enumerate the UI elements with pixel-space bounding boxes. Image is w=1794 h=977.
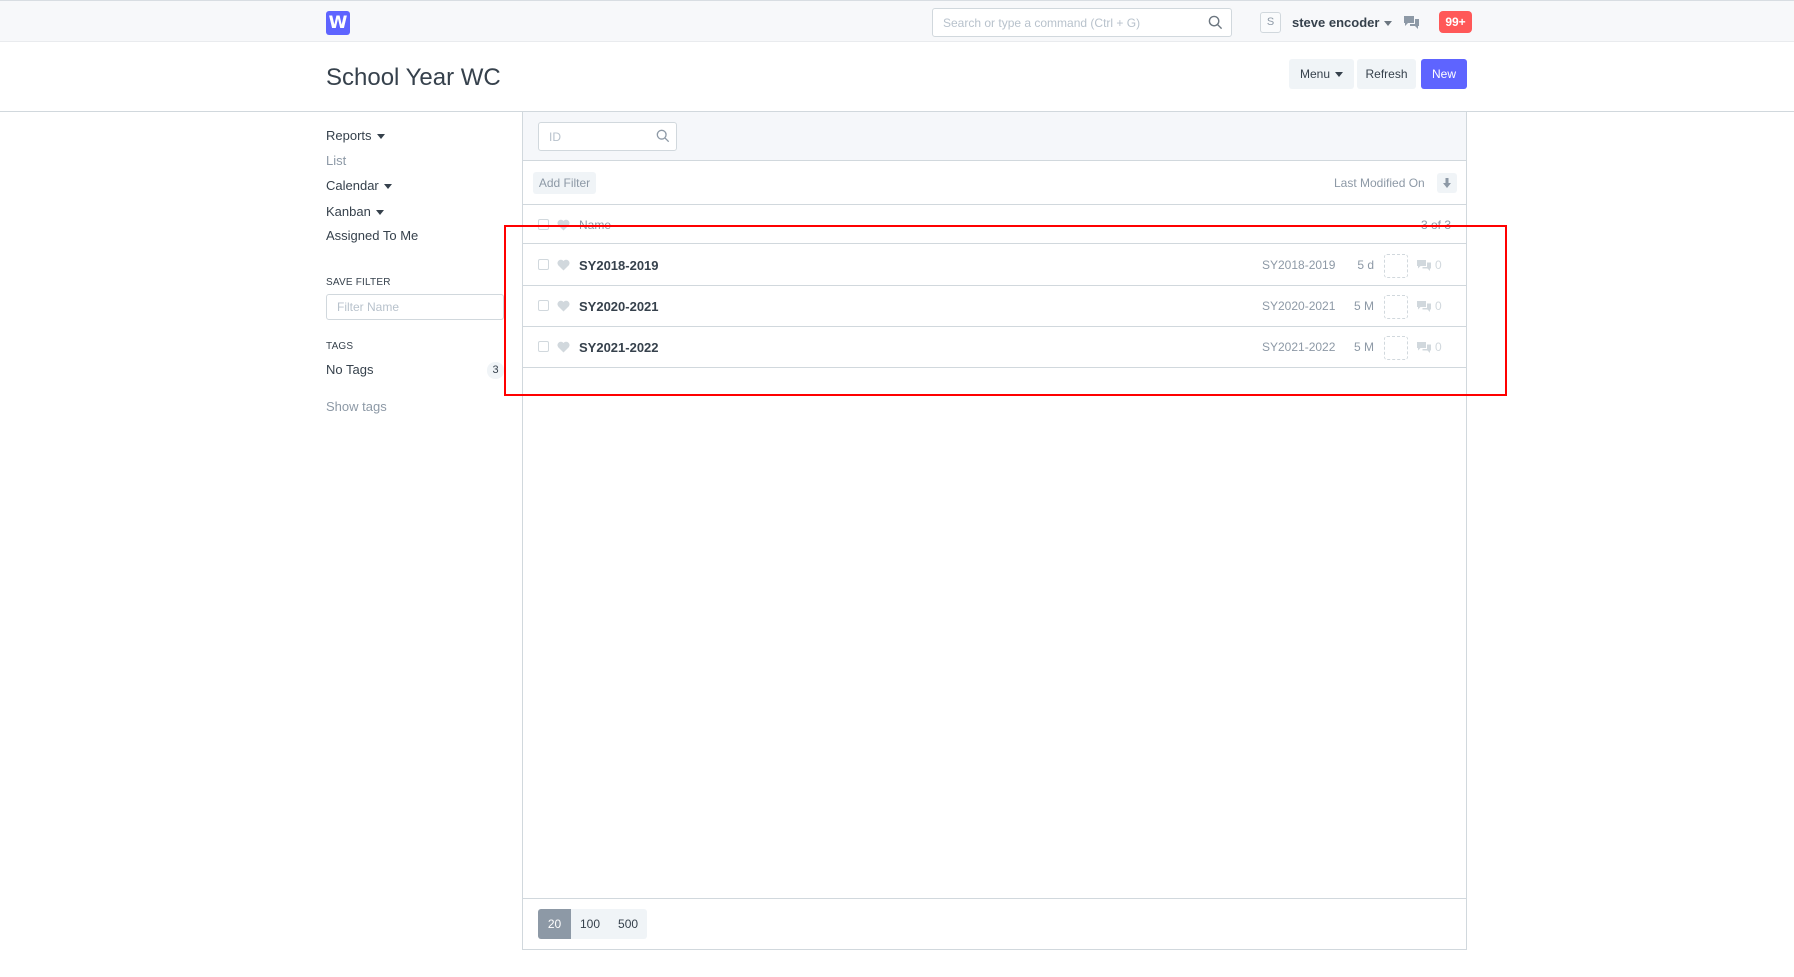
user-menu[interactable]: steve encoder <box>1292 15 1393 30</box>
comment-icon <box>1417 301 1431 312</box>
search-icon[interactable] <box>1208 15 1223 30</box>
row-id: SY2021-2022 <box>1262 340 1336 354</box>
sidebar-item-reports[interactable]: Reports <box>326 128 385 143</box>
row-checkbox[interactable] <box>538 341 549 352</box>
select-all-checkbox[interactable] <box>538 219 549 230</box>
sidebar-item-list[interactable]: List <box>326 153 346 168</box>
tags-heading: TAGS <box>326 341 354 352</box>
result-count: 3 of 3 <box>1420 218 1451 232</box>
heart-icon[interactable] <box>557 341 570 353</box>
refresh-button[interactable]: Refresh <box>1357 59 1416 89</box>
page-size-500-button[interactable]: 500 <box>609 909 647 939</box>
heart-icon[interactable] <box>557 300 570 312</box>
row-title-link[interactable]: SY2020-2021 <box>579 299 659 314</box>
chevron-down-icon <box>376 134 385 140</box>
navbar: W S steve encoder 99+ <box>0 0 1794 42</box>
awesomebar-search[interactable] <box>932 8 1232 37</box>
sidebar-item-label: Reports <box>326 128 372 143</box>
comment-count: 0 <box>1435 340 1442 354</box>
list-header-row: Name 3 of 3 <box>523 205 1466 244</box>
comment-icon <box>1417 342 1431 353</box>
menu-button-label: Menu <box>1299 67 1331 81</box>
sort-order-button[interactable] <box>1437 173 1457 193</box>
assign-avatar-placeholder[interactable] <box>1384 336 1408 360</box>
search-input[interactable] <box>933 9 1193 36</box>
no-tags-count: 3 <box>487 362 504 379</box>
assign-avatar-placeholder[interactable] <box>1384 295 1408 319</box>
row-modified-time: 5 M <box>1353 340 1374 354</box>
page-title: School Year WC <box>326 64 501 91</box>
comment-icon <box>1417 260 1431 271</box>
page-header: School Year WC Menu Refresh New <box>0 42 1794 112</box>
sort-descending-icon <box>1443 178 1451 188</box>
row-title-link[interactable]: SY2021-2022 <box>579 340 659 355</box>
search-icon <box>656 129 670 143</box>
row-modified-time: 5 M <box>1353 299 1374 313</box>
menu-button[interactable]: Menu <box>1289 59 1354 89</box>
user-name-label: steve encoder <box>1292 15 1380 30</box>
sidebar-item-label: Kanban <box>326 204 371 219</box>
new-button[interactable]: New <box>1421 59 1467 89</box>
comment-count: 0 <box>1435 258 1442 272</box>
heart-icon[interactable] <box>557 219 570 231</box>
sidebar-item-kanban[interactable]: Kanban <box>326 204 384 219</box>
filter-name-input[interactable] <box>327 295 503 319</box>
sort-selector[interactable]: Last Modified On <box>1334 176 1425 190</box>
page-size-100-button[interactable]: 100 <box>571 909 609 939</box>
paging-area: 20 100 500 <box>523 898 1466 949</box>
list-row[interactable]: SY2020-2021 SY2020-2021 5 M 0 <box>523 286 1466 327</box>
show-tags-link[interactable]: Show tags <box>326 399 387 414</box>
row-modified-time: 5 d <box>1357 258 1374 272</box>
notifications-badge[interactable]: 99+ <box>1439 11 1472 33</box>
sidebar-item-no-tags[interactable]: No Tags <box>326 362 373 377</box>
chevron-down-icon <box>1384 21 1393 27</box>
name-column-header: Name <box>579 218 612 232</box>
row-id: SY2020-2021 <box>1262 299 1336 313</box>
chevron-down-icon <box>375 210 384 216</box>
page-size-group: 20 100 500 <box>538 909 648 939</box>
filter-name-field[interactable] <box>326 294 504 320</box>
row-id: SY2018-2019 <box>1262 258 1336 272</box>
save-filter-heading: SAVE FILTER <box>326 277 391 288</box>
sidebar-item-label: Calendar <box>326 178 379 193</box>
heart-icon[interactable] <box>557 259 570 271</box>
id-filter-input[interactable] <box>539 123 649 150</box>
list-row[interactable]: SY2018-2019 SY2018-2019 5 d 0 <box>523 245 1466 286</box>
sidebar-item-assigned-to-me[interactable]: Assigned To Me <box>326 228 418 243</box>
add-filter-button[interactable]: Add Filter <box>533 172 596 194</box>
sort-bar: Add Filter Last Modified On <box>523 161 1466 205</box>
chat-icon[interactable] <box>1403 15 1420 30</box>
avatar[interactable]: S <box>1260 12 1281 33</box>
standard-filter-area <box>523 112 1466 161</box>
comment-count: 0 <box>1435 299 1442 313</box>
row-title-link[interactable]: SY2018-2019 <box>579 258 659 273</box>
list-frame: Add Filter Last Modified On Name 3 of 3 … <box>522 112 1467 950</box>
list-row[interactable]: SY2021-2022 SY2021-2022 5 M 0 <box>523 327 1466 368</box>
page-size-20-button[interactable]: 20 <box>538 909 571 939</box>
chevron-down-icon <box>383 184 392 190</box>
assign-avatar-placeholder[interactable] <box>1384 254 1408 278</box>
app-logo[interactable]: W <box>326 11 350 35</box>
sidebar-item-calendar[interactable]: Calendar <box>326 178 392 193</box>
row-checkbox[interactable] <box>538 300 549 311</box>
row-checkbox[interactable] <box>538 259 549 270</box>
id-filter-field[interactable] <box>538 122 677 151</box>
chevron-down-icon <box>1335 72 1344 78</box>
